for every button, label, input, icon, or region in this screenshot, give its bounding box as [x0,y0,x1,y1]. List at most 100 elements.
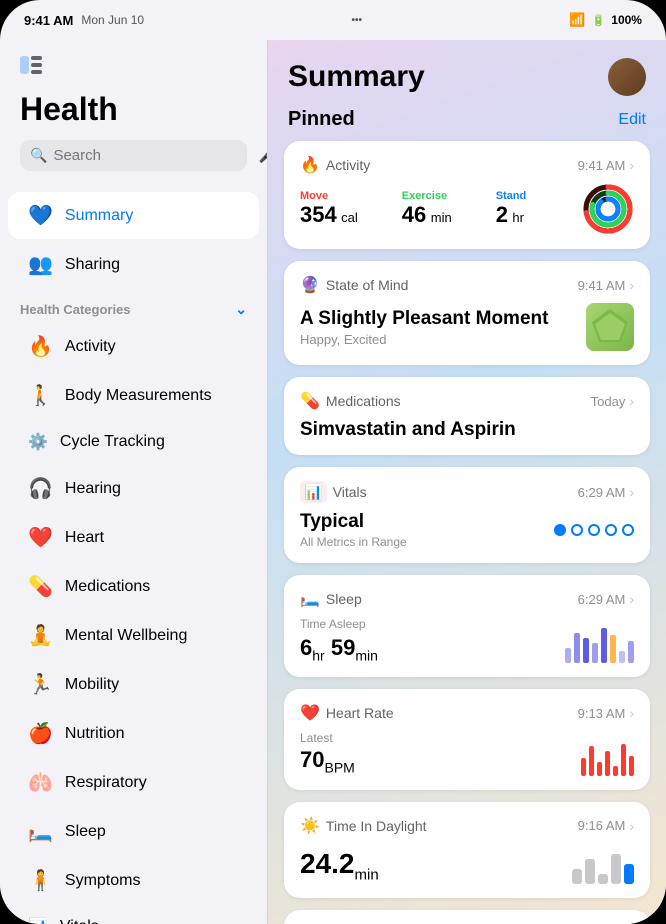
nutrition-icon: 🍎 [28,721,53,746]
status-date: Mon Jun 10 [81,13,144,27]
nav-nutrition[interactable]: 🍎 Nutrition [8,710,259,757]
daylight-card-title: Time In Daylight [326,818,427,834]
meds-time: Today [591,394,626,409]
body-icon: 🚶 [28,383,53,408]
som-title: State of Mind [326,277,409,293]
nav-activity[interactable]: 🔥 Activity [8,323,259,370]
daylight-value: 24.2min [300,848,379,884]
search-bar[interactable]: 🔍 🎤 [20,140,247,171]
daylight-chart [572,844,634,884]
nav-sharing[interactable]: 👥 Sharing [8,241,259,288]
heartrate-card-title: Heart Rate [326,705,394,721]
exercise-unit: min [431,210,452,225]
edit-button[interactable]: Edit [618,111,646,129]
pinned-label: Pinned [288,108,355,131]
vitals-chevron: › [629,484,634,500]
som-emoji [586,303,634,351]
nav-mobility[interactable]: 🏃 Mobility [8,661,259,708]
respiratory-label: Respiratory [65,774,147,792]
nav-meds[interactable]: 💊 Medications [8,563,259,610]
vitals-sub: All Metrics in Range [300,535,407,549]
activity-label: Activity [65,338,116,356]
search-input[interactable] [53,147,252,164]
sleep-chevron: › [629,591,634,607]
state-of-mind-card[interactable]: 🔮 State of Mind 9:41 AM › A Slightly Ple… [284,261,650,365]
body-label: Body Measurements [65,387,212,405]
wifi-icon: 📶 [569,12,585,28]
hearing-icon: 🎧 [28,476,53,501]
vitals-label: Vitals [60,918,99,924]
vitals-card[interactable]: 📊 Vitals 6:29 AM › Typical All Metrics i… [284,467,650,563]
nav-cycle[interactable]: ⚙️ Cycle Tracking [8,421,259,463]
vitals-dots [554,524,634,536]
sleep-label: Sleep [65,823,106,841]
heart-label: Heart [65,529,104,547]
meds-text: Simvastatin and Aspirin [300,419,634,441]
heart-icon: ❤️ [28,525,53,550]
sleep-icon: 🛏️ [28,819,53,844]
meds-card-icon: 💊 [300,391,320,411]
main-title: Summary [288,60,425,94]
nav-respiratory[interactable]: 🫁 Respiratory [8,759,259,806]
user-avatar[interactable] [608,58,646,96]
show-all-button[interactable]: ❤️ Show All Health Data › [284,910,650,924]
nav-summary[interactable]: 💙 Summary [8,192,259,239]
nav-heart[interactable]: ❤️ Heart [8,514,259,561]
exercise-value: 46 [402,202,426,227]
activity-card-icon: 🔥 [300,155,320,175]
sidebar: Health 🔍 🎤 💙 Summary 👥 Sharing Health Ca… [0,40,268,924]
activity-card-time: 9:41 AM [578,158,626,173]
sharing-label: Sharing [65,256,120,274]
nav-sleep[interactable]: 🛏️ Sleep [8,808,259,855]
sleep-card-icon: 🛏️ [300,589,320,609]
hr-value: 70BPM [300,747,355,775]
daylight-time: 9:16 AM [578,818,626,833]
heartrate-time: 9:13 AM [578,706,626,721]
stand-label: Stand [496,190,527,202]
sleep-card[interactable]: 🛏️ Sleep 6:29 AM › Time Asleep 6hr [284,575,650,677]
vitals-icon: 📊 [28,917,48,924]
cycle-icon: ⚙️ [28,432,48,452]
battery-icon: 🔋 [592,14,606,27]
section-health-categories[interactable]: Health Categories ⌄ [0,289,267,322]
medications-card[interactable]: 💊 Medications Today › Simvastatin and As… [284,377,650,455]
dots-indicator: ••• [351,15,362,26]
main-content: Summary Pinned Edit 🔥 Activity [268,40,666,924]
daylight-card[interactable]: ☀️ Time In Daylight 9:16 AM › 24.2min [284,802,650,898]
heartrate-card[interactable]: ❤️ Heart Rate 9:13 AM › Latest 70BPM [284,689,650,789]
respiratory-icon: 🫁 [28,770,53,795]
som-icon: 🔮 [300,275,320,295]
sleep-value: 6hr 59min [300,635,378,663]
symptoms-icon: 🧍 [28,868,53,893]
meds-card-title: Medications [326,393,401,409]
mic-icon[interactable]: 🎤 [258,147,268,164]
sleep-chart [565,623,634,663]
som-time: 9:41 AM [578,278,626,293]
activity-card[interactable]: 🔥 Activity 9:41 AM › Move [284,141,650,249]
heartrate-card-icon: ❤️ [300,703,320,723]
hr-chart [581,736,634,776]
hearing-label: Hearing [65,480,121,498]
sidebar-toggle-icon[interactable] [20,56,247,79]
meds-icon: 💊 [28,574,53,599]
som-headline: A Slightly Pleasant Moment [300,308,548,330]
summary-label: Summary [65,207,133,225]
nav-hearing[interactable]: 🎧 Hearing [8,465,259,512]
hr-label: Latest [300,731,355,745]
nav-mental[interactable]: 🧘 Mental Wellbeing [8,612,259,659]
sleep-label: Time Asleep [300,617,378,631]
nav-body[interactable]: 🚶 Body Measurements [8,372,259,419]
search-icon: 🔍 [30,147,47,164]
vitals-time: 6:29 AM [578,485,626,500]
status-bar: 9:41 AM Mon Jun 10 ••• 📶 🔋 100% [0,0,666,32]
move-value: 354 [300,202,337,227]
pinned-section: Pinned Edit 🔥 Activity 9:41 AM › [268,108,666,898]
mental-icon: 🧘 [28,623,53,648]
som-chevron: › [629,277,634,293]
nav-symptoms[interactable]: 🧍 Symptoms [8,857,259,904]
sleep-time: 6:29 AM [578,592,626,607]
daylight-icon: ☀️ [300,816,320,836]
nav-vitals[interactable]: 📊 Vitals [8,906,259,924]
sharing-icon: 👥 [28,252,53,277]
stand-unit: hr [512,210,524,225]
